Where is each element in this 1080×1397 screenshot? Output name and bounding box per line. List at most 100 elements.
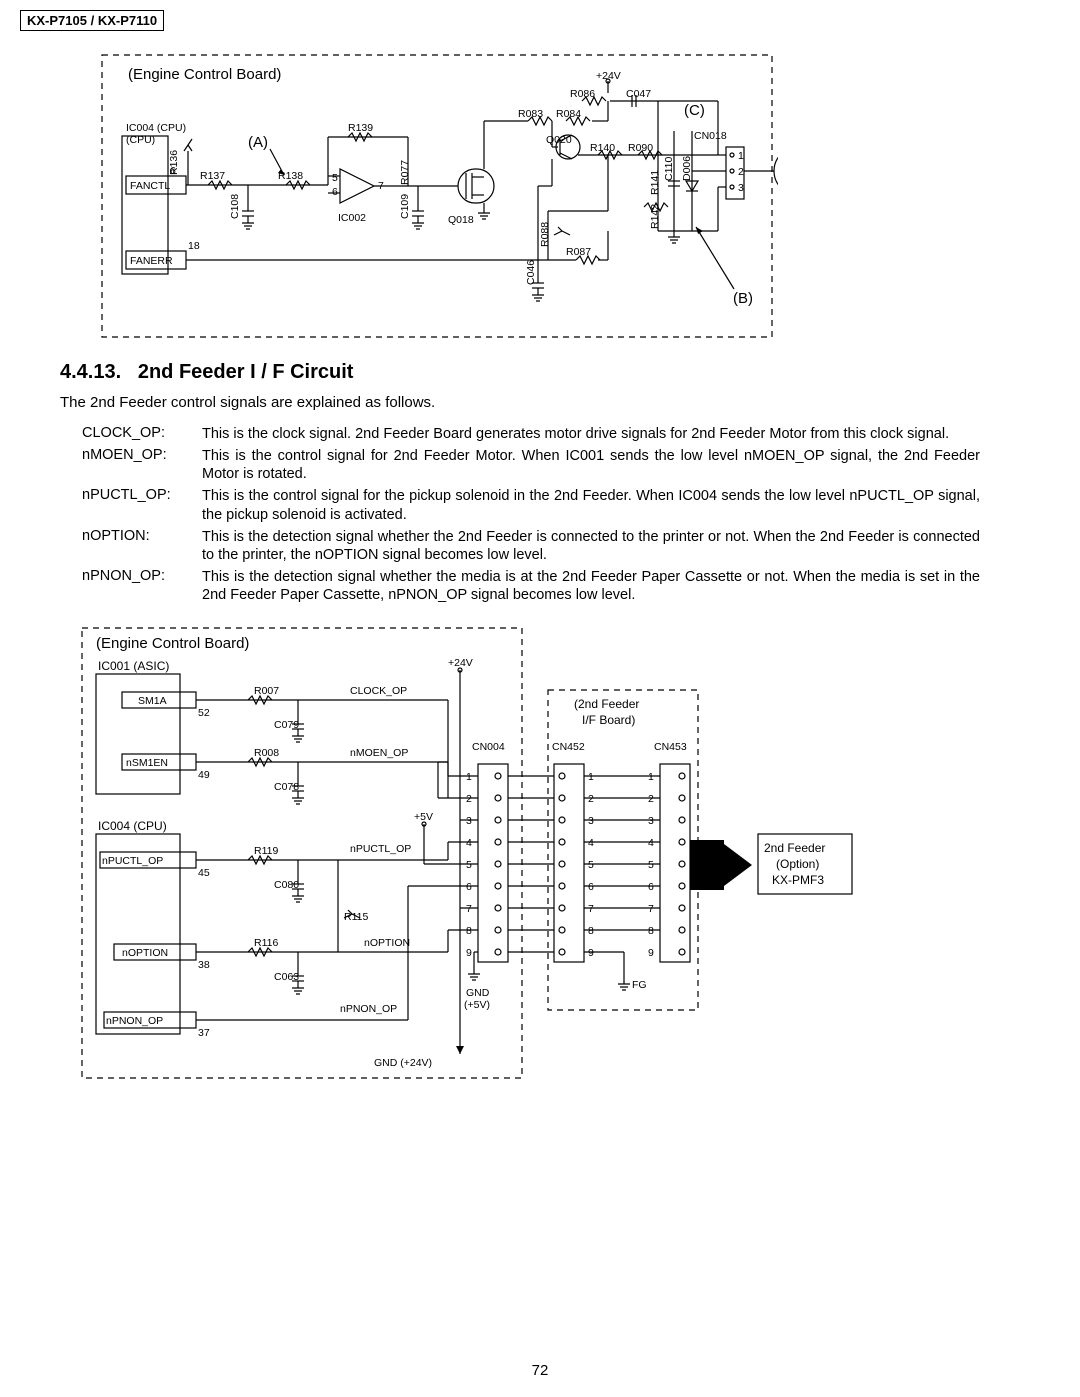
svg-text:GND (+24V): GND (+24V) — [374, 1057, 432, 1069]
svg-text:2nd Feeder: 2nd Feeder — [764, 841, 825, 855]
svg-text:C047: C047 — [626, 88, 651, 100]
svg-text:R086: R086 — [570, 88, 595, 100]
svg-text:CN452: CN452 — [552, 741, 585, 753]
svg-text:C079: C079 — [274, 719, 299, 731]
svg-text:37: 37 — [198, 1027, 210, 1039]
section-title: 2nd Feeder I / F Circuit — [138, 361, 354, 383]
svg-text:3: 3 — [648, 815, 654, 827]
section-number: 4.4.13. — [60, 361, 121, 383]
svg-text:5: 5 — [466, 859, 472, 871]
svg-text:3: 3 — [588, 815, 594, 827]
signal-desc: This is the clock signal. 2nd Feeder Boa… — [202, 425, 949, 443]
svg-text:C110: C110 — [663, 157, 675, 181]
svg-text:nPUCTL_OP: nPUCTL_OP — [350, 843, 411, 855]
svg-text:+24V: +24V — [448, 657, 473, 669]
svg-text:(C): (C) — [684, 102, 705, 119]
svg-text:5: 5 — [588, 859, 594, 871]
svg-text:nOPTION: nOPTION — [364, 937, 410, 949]
svg-text:2: 2 — [648, 793, 654, 805]
svg-text:nPNON_OP: nPNON_OP — [340, 1003, 397, 1015]
signal-row: nMOEN_OP: This is the control signal for… — [82, 447, 980, 483]
svg-text:R119: R119 — [254, 845, 278, 857]
svg-text:+24V: +24V — [596, 70, 621, 82]
model-badge: KX-P7105 / KX-P7110 — [20, 10, 164, 31]
signal-definitions: CLOCK_OP: This is the clock signal. 2nd … — [82, 425, 980, 604]
svg-text:GND: GND — [466, 987, 490, 999]
signal-name: nMOEN_OP: — [82, 447, 202, 483]
svg-text:52: 52 — [198, 707, 210, 719]
svg-text:18: 18 — [188, 240, 200, 252]
signal-row: nOPTION: This is the detection signal wh… — [82, 528, 980, 564]
signal-name: nPUCTL_OP: — [82, 487, 202, 523]
svg-text:R008: R008 — [254, 747, 279, 759]
svg-text:D006: D006 — [681, 156, 693, 181]
svg-text:(CPU): (CPU) — [126, 134, 155, 146]
svg-text:nOPTION: nOPTION — [122, 947, 168, 959]
svg-text:C108: C108 — [229, 194, 241, 219]
svg-text:CLOCK_OP: CLOCK_OP — [350, 685, 407, 697]
svg-text:IC004 (CPU): IC004 (CPU) — [98, 819, 167, 833]
svg-text:2: 2 — [588, 793, 594, 805]
svg-text:5: 5 — [648, 859, 654, 871]
svg-text:(A): (A) — [248, 134, 268, 151]
svg-text:4: 4 — [588, 837, 594, 849]
svg-text:4: 4 — [466, 837, 472, 849]
svg-text:1: 1 — [588, 771, 594, 783]
signal-name: nPNON_OP: — [82, 568, 202, 604]
svg-text:5: 5 — [332, 172, 338, 184]
svg-text:2: 2 — [738, 166, 744, 178]
svg-text:IC001 (ASIC): IC001 (ASIC) — [98, 659, 169, 673]
svg-text:IC004 (CPU): IC004 (CPU) — [126, 122, 186, 134]
svg-text:FANCTL: FANCTL — [130, 180, 170, 192]
svg-text:(2nd Feeder: (2nd Feeder — [574, 697, 639, 711]
svg-text:4: 4 — [648, 837, 654, 849]
signal-name: nOPTION: — [82, 528, 202, 564]
svg-text:1: 1 — [738, 150, 744, 162]
svg-text:C063: C063 — [274, 971, 299, 983]
svg-text:38: 38 — [198, 959, 210, 971]
diagram1-title: (Engine Control Board) — [128, 66, 281, 83]
svg-text:nPUCTL_OP: nPUCTL_OP — [102, 855, 163, 867]
svg-text:KX-PMF3: KX-PMF3 — [772, 873, 824, 887]
svg-text:nSM1EN: nSM1EN — [126, 757, 168, 769]
svg-text:9: 9 — [588, 947, 594, 959]
svg-text:(+5V): (+5V) — [464, 999, 490, 1011]
svg-text:Q018: Q018 — [448, 214, 474, 226]
svg-text:(Engine Control Board): (Engine Control Board) — [96, 635, 249, 652]
svg-text:8: 8 — [588, 925, 594, 937]
signal-desc: This is the control signal for 2nd Feede… — [202, 447, 980, 483]
svg-text:3: 3 — [466, 815, 472, 827]
svg-text:FANERR: FANERR — [130, 255, 173, 267]
svg-text:CN453: CN453 — [654, 741, 687, 753]
svg-text:(Option): (Option) — [776, 857, 819, 871]
svg-text:IC002: IC002 — [338, 212, 366, 224]
svg-text:+5V: +5V — [414, 811, 433, 823]
svg-text:C078: C078 — [274, 781, 299, 793]
svg-text:7: 7 — [588, 903, 594, 915]
svg-text:nMOEN_OP: nMOEN_OP — [350, 747, 408, 759]
svg-text:I/F Board): I/F Board) — [582, 713, 635, 727]
svg-text:R136: R136 — [168, 150, 180, 175]
signal-name: CLOCK_OP: — [82, 425, 202, 443]
svg-text:6: 6 — [588, 881, 594, 893]
svg-text:FG: FG — [632, 979, 647, 991]
fan-circuit-diagram: .l{stroke:#000;stroke-width:1.2;fill:non… — [98, 51, 778, 341]
signal-desc: This is the control signal for the picku… — [202, 487, 980, 523]
svg-text:SM1A: SM1A — [138, 695, 167, 707]
svg-text:R116: R116 — [254, 937, 278, 949]
svg-text:R115: R115 — [344, 911, 368, 923]
svg-text:6: 6 — [648, 881, 654, 893]
svg-text:C080: C080 — [274, 879, 299, 891]
svg-text:1: 1 — [466, 771, 472, 783]
svg-text:3: 3 — [738, 182, 744, 194]
svg-text:(B): (B) — [733, 290, 753, 307]
svg-text:9: 9 — [648, 947, 654, 959]
svg-text:nPNON_OP: nPNON_OP — [106, 1015, 163, 1027]
svg-text:6: 6 — [332, 186, 338, 198]
svg-text:C109: C109 — [399, 194, 411, 219]
signal-desc: This is the detection signal whether the… — [202, 568, 980, 604]
svg-text:7: 7 — [648, 903, 654, 915]
signal-row: nPUCTL_OP: This is the control signal fo… — [82, 487, 980, 523]
svg-text:6: 6 — [466, 881, 472, 893]
svg-text:2: 2 — [466, 793, 472, 805]
